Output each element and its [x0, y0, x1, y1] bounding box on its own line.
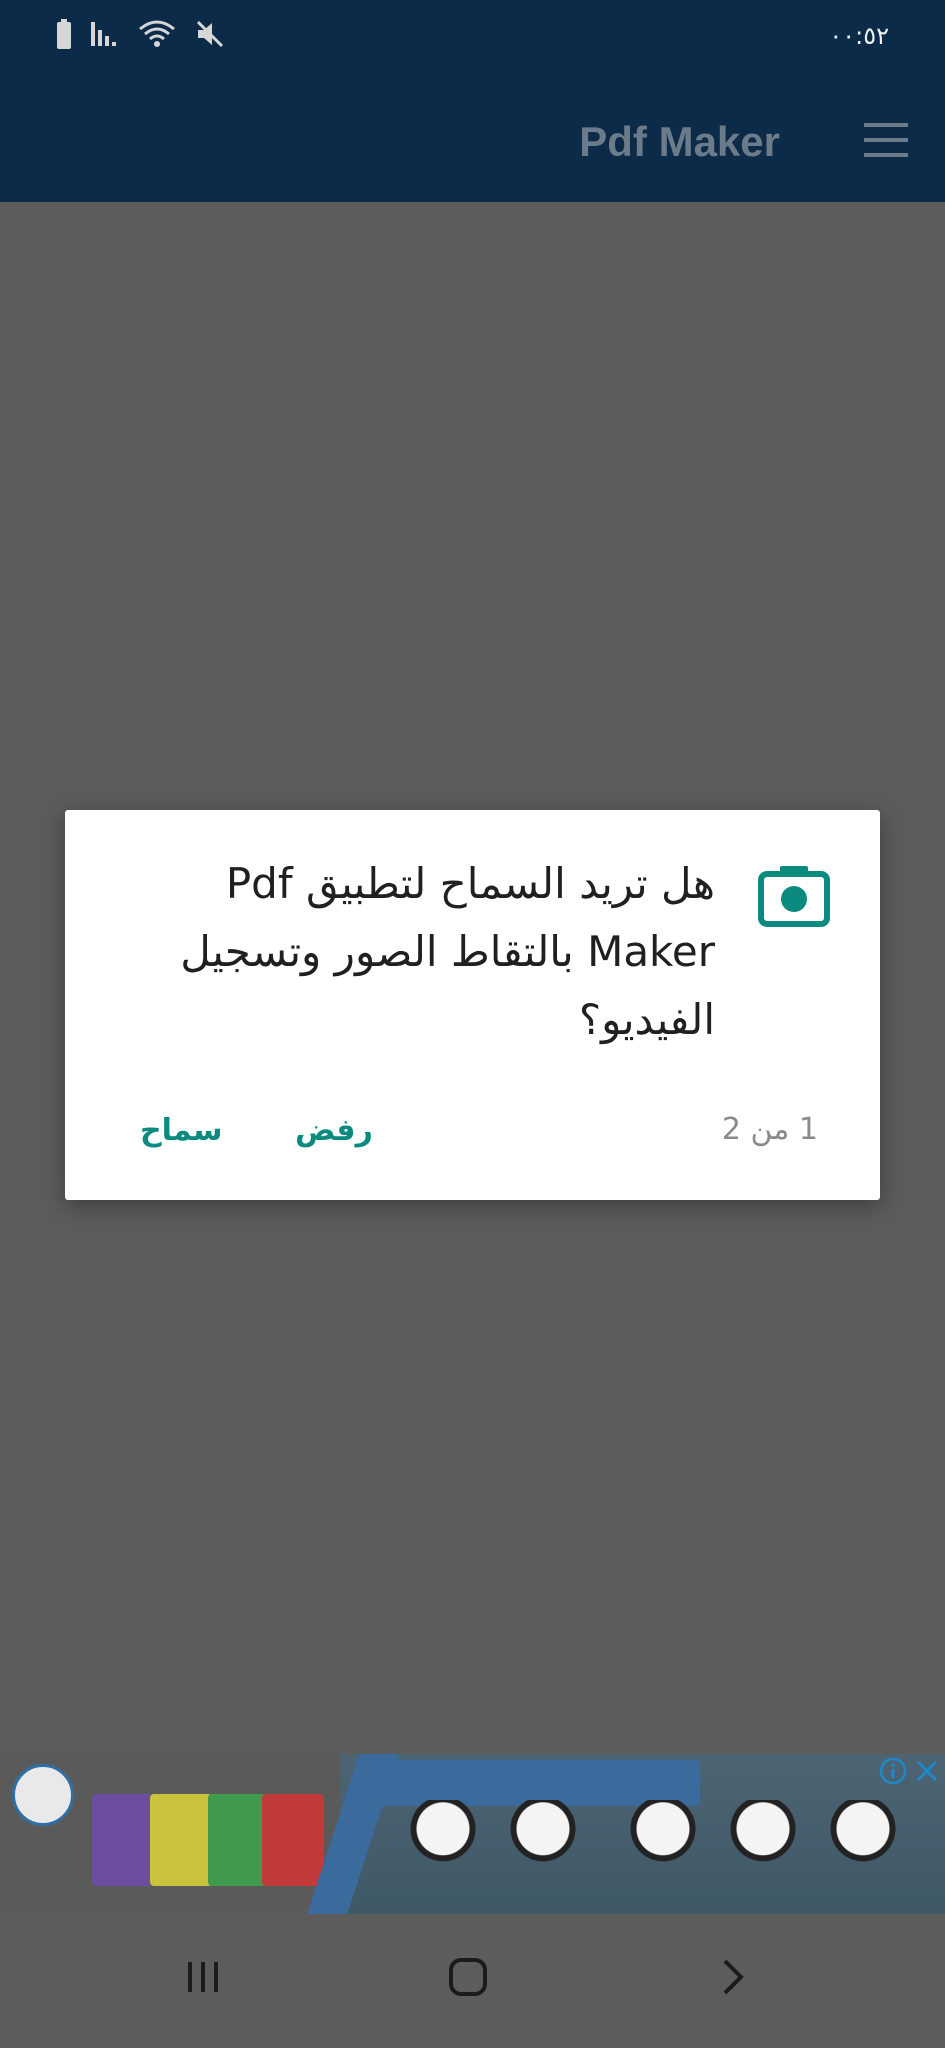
ad-banner[interactable]	[0, 1754, 945, 1914]
status-bar: ٠٠:٥٢	[0, 0, 945, 72]
page-counter: 1 من 2	[721, 1112, 818, 1147]
menu-button[interactable]	[861, 117, 911, 167]
status-icons	[56, 18, 226, 54]
ad-character	[510, 1800, 576, 1896]
recent-apps-icon	[185, 1959, 221, 1999]
menu-icon	[864, 123, 908, 161]
signal-icon	[90, 20, 120, 52]
ad-character	[830, 1800, 896, 1896]
ad-product-box	[262, 1794, 324, 1886]
ad-product-box	[92, 1794, 154, 1886]
ad-product-image	[0, 1754, 340, 1914]
back-button[interactable]	[693, 1944, 773, 2014]
app-bar: Pdf Maker	[0, 72, 945, 202]
app-title: Pdf Maker	[579, 118, 780, 165]
wifi-icon	[138, 19, 176, 53]
ad-character	[410, 1800, 476, 1896]
home-icon	[448, 1957, 488, 2001]
close-icon[interactable]	[913, 1757, 941, 1789]
ad-brand-logo	[12, 1764, 74, 1826]
ad-scene-image	[340, 1754, 945, 1914]
ad-character	[630, 1800, 696, 1896]
nav-bar	[0, 1914, 945, 2048]
ad-product-box	[150, 1794, 212, 1886]
mute-icon	[194, 18, 226, 54]
status-time: ٠٠:٥٢	[829, 22, 889, 50]
recent-apps-button[interactable]	[163, 1944, 243, 2014]
camera-icon	[758, 860, 830, 932]
info-icon[interactable]	[879, 1757, 907, 1789]
battery-icon	[56, 19, 72, 53]
deny-button[interactable]: رفض	[285, 1100, 383, 1160]
permission-dialog: هل تريد السماح لتطبيق Pdf Maker بالتقاط …	[65, 810, 880, 1200]
allow-button[interactable]: سماح	[130, 1100, 233, 1160]
ad-character	[730, 1800, 796, 1896]
ad-controls	[879, 1757, 941, 1789]
back-icon	[719, 1957, 747, 2001]
home-button[interactable]	[428, 1944, 508, 2014]
dialog-message: هل تريد السماح لتطبيق Pdf Maker بالتقاط …	[180, 859, 715, 1044]
ad-product-box	[208, 1794, 270, 1886]
